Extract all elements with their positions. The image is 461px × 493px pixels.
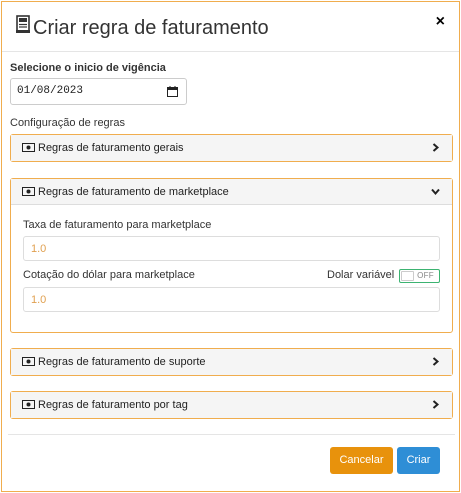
dollar-quote-value: 1.0	[31, 294, 47, 306]
variable-dollar-label: Dolar variável	[327, 269, 395, 281]
panel-general-rules: Regras de faturamento gerais	[10, 134, 453, 162]
chevron-right-icon	[432, 357, 440, 366]
close-icon[interactable]: ×	[436, 14, 445, 30]
panel-tag-rules: Regras de faturamento por tag	[10, 391, 453, 419]
create-button[interactable]: Criar	[397, 447, 440, 474]
panel-tag-rules-title: Regras de faturamento por tag	[38, 399, 188, 411]
panel-marketplace-rules-header[interactable]: Regras de faturamento de marketplace	[11, 179, 452, 205]
panel-marketplace-rules-title: Regras de faturamento de marketplace	[38, 186, 229, 198]
toggle-knob	[401, 271, 414, 281]
panel-marketplace-rules: Regras de faturamento de marketplace Tax…	[10, 178, 453, 333]
start-date-input[interactable]: 01/08/2023	[10, 78, 187, 105]
money-icon	[22, 357, 35, 366]
panel-support-rules-header[interactable]: Regras de faturamento de suporte	[11, 349, 452, 375]
receipt-icon	[16, 15, 30, 33]
toggle-state-text: OFF	[417, 271, 434, 280]
calendar-icon[interactable]	[167, 86, 178, 97]
variable-dollar-toggle[interactable]: OFF	[399, 269, 440, 283]
chevron-right-icon	[432, 143, 440, 152]
cancel-button[interactable]: Cancelar	[330, 447, 393, 474]
panel-general-rules-title: Regras de faturamento gerais	[38, 142, 184, 154]
dollar-quote-input[interactable]: 1.0	[23, 287, 440, 312]
panel-general-rules-header[interactable]: Regras de faturamento gerais	[11, 135, 452, 161]
modal-header: Criar regra de faturamento ×	[2, 2, 459, 52]
panel-support-rules: Regras de faturamento de suporte	[10, 348, 453, 376]
rules-config-label: Configuração de regras	[10, 117, 125, 129]
panel-support-rules-title: Regras de faturamento de suporte	[38, 356, 206, 368]
chevron-right-icon	[432, 400, 440, 409]
money-icon	[22, 143, 35, 152]
dollar-quote-label: Cotação do dólar para marketplace	[23, 269, 195, 281]
modal-title: Criar regra de faturamento	[33, 17, 269, 39]
money-icon	[22, 187, 35, 196]
footer-divider	[8, 434, 455, 435]
money-icon	[22, 400, 35, 409]
create-billing-rule-modal: Criar regra de faturamento × Selecione o…	[1, 1, 460, 492]
start-date-label: Selecione o inicio de vigência	[10, 62, 166, 74]
marketplace-fee-input[interactable]: 1.0	[23, 236, 440, 261]
marketplace-fee-value: 1.0	[31, 243, 47, 255]
chevron-down-icon	[431, 188, 440, 196]
marketplace-fee-label: Taxa de faturamento para marketplace	[23, 219, 212, 231]
panel-tag-rules-header[interactable]: Regras de faturamento por tag	[11, 392, 452, 418]
start-date-value: 01/08/2023	[17, 85, 84, 97]
